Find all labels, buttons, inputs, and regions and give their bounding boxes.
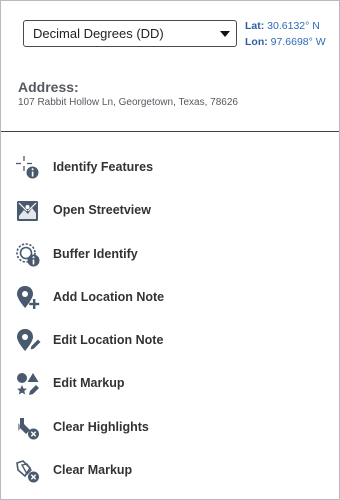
- menu-item-edit-markup[interactable]: Edit Markup: [1, 362, 339, 405]
- clear-highlights-icon: [15, 415, 41, 441]
- clear-markup-icon: [15, 458, 41, 484]
- menu-item-label: Edit Location Note: [53, 333, 164, 348]
- menu-item-clear-highlights[interactable]: Clear Highlights: [1, 406, 339, 449]
- menu-item-label: Clear Highlights: [53, 419, 149, 434]
- menu-item-clear-markup[interactable]: Clear Markup: [1, 449, 339, 492]
- address-text: 107 Rabbit Hollow Ln, Georgetown, Texas,…: [18, 97, 238, 108]
- coordinate-format-value: Decimal Degrees (DD): [33, 26, 164, 41]
- streetview-icon: [15, 198, 41, 224]
- chevron-down-icon: [220, 31, 230, 37]
- menu-item-label: Edit Markup: [53, 376, 125, 391]
- menu-item-label: Open Streetview: [53, 203, 151, 218]
- lat-lon-readout: Lat: 30.6132° N Lon: 97.6698° W: [245, 18, 326, 50]
- lat-label: Lat:: [245, 20, 265, 32]
- coordinate-row: Decimal Degrees (DD) Lat: 30.6132° N Lon…: [23, 16, 333, 52]
- menu-item-label: Clear Markup: [53, 463, 133, 478]
- menu-item-buffer-identify[interactable]: Buffer Identify: [1, 233, 339, 276]
- lon-label: Lon:: [245, 36, 268, 48]
- coordinate-format-select[interactable]: Decimal Degrees (DD): [23, 20, 237, 47]
- menu-item-edit-location-note[interactable]: Edit Location Note: [1, 319, 339, 362]
- menu-item-label: Identify Features: [53, 160, 154, 174]
- buffer-identify-icon: [15, 242, 41, 268]
- menu-item-label: Buffer Identify: [53, 246, 138, 261]
- menu-item-open-streetview[interactable]: Open Streetview: [1, 189, 339, 232]
- action-menu: Identify Features Open Streetview Buffer…: [1, 146, 339, 492]
- address-title: Address:: [18, 79, 79, 95]
- edit-markup-icon: [15, 371, 41, 397]
- lon-value: 97.6698° W: [270, 36, 326, 48]
- identify-features-icon: [15, 155, 41, 181]
- menu-item-identify-features[interactable]: Identify Features: [1, 146, 339, 189]
- divider: [1, 131, 339, 132]
- context-panel: Decimal Degrees (DD) Lat: 30.6132° N Lon…: [0, 0, 340, 500]
- address-block: Address: 107 Rabbit Hollow Ln, Georgetow…: [18, 79, 238, 108]
- lat-value: 30.6132° N: [267, 20, 320, 32]
- add-location-note-icon: [15, 285, 41, 311]
- edit-location-note-icon: [15, 328, 41, 354]
- menu-item-add-location-note[interactable]: Add Location Note: [1, 276, 339, 319]
- menu-item-label: Add Location Note: [53, 289, 165, 304]
